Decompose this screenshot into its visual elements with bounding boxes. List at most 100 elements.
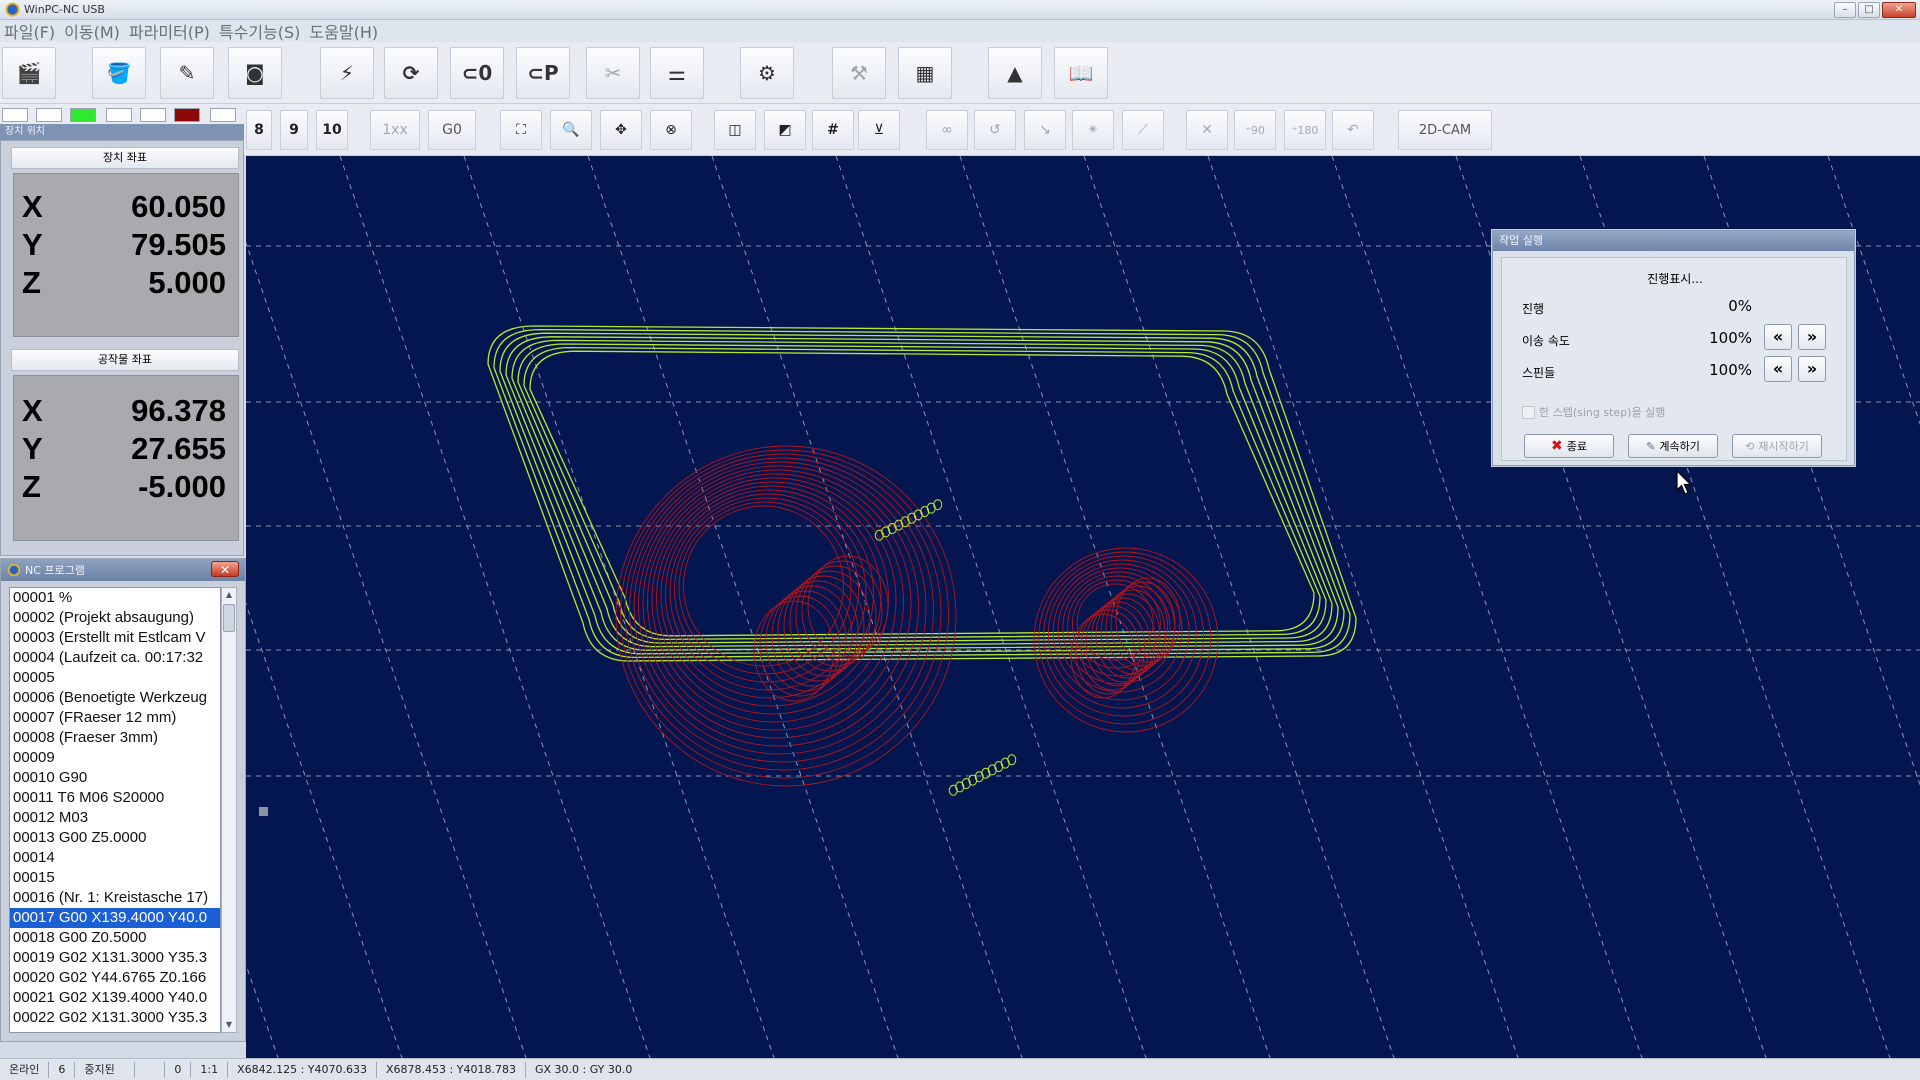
menu-help[interactable]: 도움말(H) xyxy=(309,19,378,43)
bucket-button[interactable]: 🪣 xyxy=(92,47,146,99)
zoom-fit-button[interactable]: ⛶ xyxy=(500,110,542,150)
clapper-button[interactable]: 🎬 xyxy=(2,47,56,99)
calculator-button[interactable]: ▦ xyxy=(898,47,952,99)
view-10-button[interactable]: 10 xyxy=(316,110,348,150)
color-swatch-white-3[interactable] xyxy=(106,108,132,122)
helix-coil xyxy=(1007,754,1017,766)
rotate-view-button[interactable]: ⊗ xyxy=(650,110,692,150)
work-coord-z: Z -5.000 xyxy=(22,469,226,504)
minimize-button[interactable]: – xyxy=(1834,2,1856,18)
warning-button[interactable]: ▲ xyxy=(988,47,1042,99)
2d-cam-button[interactable]: 2D-CAM xyxy=(1398,110,1492,150)
nc-line[interactable]: 00004 (Laufzeit ca. 00:17:32 xyxy=(10,648,220,668)
spindle-increase-button[interactable]: » xyxy=(1798,356,1826,382)
rotate-90-button[interactable]: ⁺90 xyxy=(1234,110,1276,150)
pocket-circle-small xyxy=(1076,583,1154,661)
menu-special[interactable]: 특수기능(S) xyxy=(219,19,301,43)
nc-line[interactable]: 00021 G02 X139.4000 Y40.0 xyxy=(10,988,220,1008)
pen-button[interactable]: ✎ xyxy=(160,47,214,99)
nc-line[interactable]: 00003 (Erstellt mit Estlcam V xyxy=(10,628,220,648)
restart-button[interactable]: ⟲ 재시작하기 xyxy=(1732,434,1822,458)
grid-button[interactable]: # xyxy=(812,110,854,150)
nc-line[interactable]: 00011 T6 M06 S20000 xyxy=(10,788,220,808)
nc-line[interactable]: 00001 % xyxy=(10,588,220,608)
nc-line[interactable]: 00007 (FRaeser 12 mm) xyxy=(10,708,220,728)
continue-button[interactable]: ✎ 계속하기 xyxy=(1628,434,1718,458)
pan-button[interactable]: ✥ xyxy=(600,110,642,150)
menu-move[interactable]: 이동(M) xyxy=(64,19,120,43)
settings-sliders-button[interactable]: ⚌ xyxy=(650,47,704,99)
spindle-decrease-button[interactable]: « xyxy=(1764,356,1792,382)
1xx-button[interactable]: 1xx xyxy=(370,110,420,150)
view-8-button[interactable]: 8 xyxy=(246,110,272,150)
nc-line[interactable]: 00022 G02 X131.3000 Y35.3 xyxy=(10,1008,220,1028)
scroll-down-icon[interactable]: ▼ xyxy=(222,1018,236,1032)
color-swatch-white-2[interactable] xyxy=(36,108,62,122)
nc-line[interactable]: 00009 xyxy=(10,748,220,768)
undo-button[interactable]: ↶ xyxy=(1332,110,1374,150)
nc-line[interactable]: 00020 G02 Y44.6765 Z0.166 xyxy=(10,968,220,988)
refresh-button[interactable]: ⟳ xyxy=(384,47,438,99)
3d-box-button[interactable]: ◫ xyxy=(714,110,756,150)
stop-button[interactable]: ✖ 종료 xyxy=(1524,434,1614,458)
goto-park-button[interactable]: ⊂P xyxy=(516,47,570,99)
lightning-button[interactable]: ⚡ xyxy=(320,47,374,99)
nc-close-button[interactable]: ✕ xyxy=(211,561,239,577)
nc-line[interactable]: 00019 G02 X131.3000 Y35.3 xyxy=(10,948,220,968)
close-button[interactable]: ✕ xyxy=(1882,2,1916,18)
measure-button[interactable]: ⟋ xyxy=(1122,110,1164,150)
color-swatch-white[interactable] xyxy=(2,108,28,122)
single-step-checkbox[interactable]: 한 스텝(sing step)을 실행 xyxy=(1522,404,1665,420)
g0-button[interactable]: G0 xyxy=(428,110,476,150)
nc-line[interactable]: 00008 (Fraeser 3mm) xyxy=(10,728,220,748)
nc-code-list[interactable]: 00001 % 00002 (Projekt absaugung) 00003 (E… xyxy=(9,587,221,1033)
nc-line[interactable]: 00015 xyxy=(10,868,220,888)
menu-parameter[interactable]: 파라미터(P) xyxy=(129,19,210,43)
x-icon: ✖ xyxy=(1551,438,1563,454)
color-swatch-white-4[interactable] xyxy=(140,108,166,122)
nc-line[interactable]: 00016 (Nr. 1: Kreistasche 17) xyxy=(10,888,220,908)
cross-button[interactable]: ✕ xyxy=(1186,110,1228,150)
nc-line[interactable]: 00012 M03 xyxy=(10,808,220,828)
gears-button[interactable]: ⚙ xyxy=(740,47,794,99)
pocket-circle-large xyxy=(620,449,949,779)
pencil-icon: ✎ xyxy=(1646,439,1656,453)
feed-decrease-button[interactable]: « xyxy=(1764,324,1792,350)
camera-button[interactable]: ◙ xyxy=(228,47,282,99)
scroll-up-icon[interactable]: ▲ xyxy=(222,588,236,602)
rotate-180-button[interactable]: ⁺180 xyxy=(1284,110,1326,150)
pocket-circle-large xyxy=(665,489,874,699)
tool-change-button[interactable]: ✂ xyxy=(586,47,640,99)
nc-line[interactable]: 00013 G00 Z5.0000 xyxy=(10,828,220,848)
nc-line[interactable]: 00006 (Benoetigte Werkzeug xyxy=(10,688,220,708)
shade-button[interactable]: ◩ xyxy=(764,110,806,150)
undo-rotate-button[interactable]: ↺ xyxy=(974,110,1016,150)
axes-button[interactable]: ⊻ xyxy=(858,110,900,150)
link-button[interactable]: ∞ xyxy=(926,110,968,150)
wrench-button[interactable]: ⚒ xyxy=(832,47,886,99)
nc-line[interactable]: 00002 (Projekt absaugung) xyxy=(10,608,220,628)
color-swatch-red[interactable] xyxy=(174,108,200,122)
menu-file[interactable]: 파일(F) xyxy=(4,19,55,43)
nc-line[interactable]: 00017 G00 X139.4000 Y40.0 xyxy=(10,908,220,928)
color-swatch-white-5[interactable] xyxy=(210,108,236,122)
laser-button[interactable]: ✴ xyxy=(1072,110,1114,150)
nc-line[interactable]: 00023 G02 Y44.6765 Z0.166 xyxy=(10,1028,220,1032)
nc-scrollbar[interactable]: ▲ ▼ xyxy=(221,587,237,1033)
probe-button[interactable]: ↘ xyxy=(1024,110,1066,150)
maximize-button[interactable]: □ xyxy=(1858,2,1880,18)
zoom-button[interactable]: 🔍 xyxy=(550,110,592,150)
app-logo-icon xyxy=(5,2,20,17)
feed-increase-button[interactable]: » xyxy=(1798,324,1826,350)
scroll-thumb[interactable] xyxy=(223,604,235,632)
nc-line[interactable]: 00018 G00 Z0.5000 xyxy=(10,928,220,948)
nc-line[interactable]: 00014 xyxy=(10,848,220,868)
manual-button[interactable]: 📖 xyxy=(1054,47,1108,99)
goto-zero-button[interactable]: ⊂0 xyxy=(450,47,504,99)
color-swatch-green[interactable] xyxy=(70,108,96,122)
title-bar: WinPC-NC USB – □ ✕ xyxy=(0,0,1920,20)
nc-line[interactable]: 00010 G90 xyxy=(10,768,220,788)
view-9-button[interactable]: 9 xyxy=(280,110,308,150)
checkbox-box[interactable] xyxy=(1522,405,1535,419)
nc-line[interactable]: 00005 xyxy=(10,668,220,688)
